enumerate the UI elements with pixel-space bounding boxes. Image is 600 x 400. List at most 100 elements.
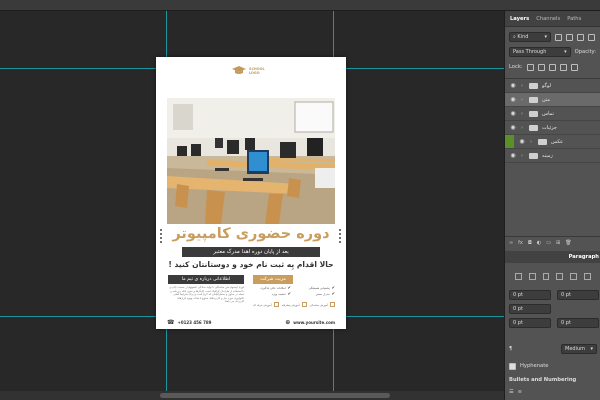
poster-title: دوره حضوری کامپیوتر [172,226,330,242]
new-layer-icon[interactable]: ⊞ [556,240,560,246]
layer-row-photo[interactable]: ◉ › عکس [505,135,600,149]
eye-icon[interactable]: ◉ [518,138,526,145]
lock-position-icon[interactable] [548,63,556,71]
folder-icon [538,138,547,145]
justify-left-icon[interactable] [556,273,564,280]
filter-pixel-icon[interactable] [555,33,562,41]
indent-left-field[interactable]: 0 pt [509,290,551,300]
tab-paths[interactable]: Paths [567,16,581,22]
blend-row: Pass Through ▾ Opacity: [505,46,600,58]
eye-icon[interactable]: ◉ [509,152,517,159]
filter-adjust-icon[interactable] [566,33,573,41]
new-group-icon[interactable]: ▭ [546,240,551,246]
layer-row-contact[interactable]: ◉ › تماس [505,107,600,121]
phone-number: +0123 456 789 [177,320,212,325]
adjustment-icon[interactable]: ◐ [537,240,541,246]
bullets-row: Bullets and Numbering [505,375,580,385]
mask-icon[interactable]: ◘ [528,240,532,246]
tab-layers[interactable]: Layers [510,16,529,22]
layer-active-marker [505,135,514,148]
eye-icon[interactable]: ◉ [509,110,517,117]
options-bar [0,0,600,11]
eye-icon[interactable]: ◉ [509,124,517,131]
canvas-area[interactable]: SCHOOL LOGO دوره حضوری کامپیوتر بعد از پ… [0,11,504,391]
layer-row-details[interactable]: ◉ › جزئیات [505,121,600,135]
filter-type-icon[interactable] [577,33,584,41]
layer-row-background[interactable]: ◉ › زمینه [505,149,600,163]
justify-center-icon[interactable] [570,273,578,280]
kind-filter-select[interactable]: ⌕ Kind ▾ [509,32,551,42]
bullet-list-icon[interactable]: ☰ [509,389,514,395]
square-icon [301,302,307,307]
school-logo: SCHOOL LOGO [232,66,265,75]
chevron-right-icon[interactable]: › [521,125,525,131]
folder-icon [529,82,538,89]
align-left-icon[interactable] [515,273,522,280]
course-icon-item: آموزش حرفه ای [253,302,279,307]
justify-right-icon[interactable] [584,273,591,280]
poster-document[interactable]: SCHOOL LOGO دوره حضوری کامپیوتر بعد از پ… [156,57,346,329]
poster-subtitle-bar: بعد از پایان دوره اهدا مدرک معتبر [182,247,320,257]
hyphenate-checkbox[interactable] [509,362,516,370]
feature-item: ✔ امکانات عالی یادگیری [260,285,291,291]
horizontal-scrollbar[interactable] [0,391,504,400]
space-before-field[interactable]: 0 pt [509,318,551,328]
poster-call-to-action: حالا اقدام بِه ثبت نام خود و دوستانتان ک… [168,260,334,269]
phone-icon: ☎ [167,319,175,326]
chevron-right-icon[interactable]: › [521,111,525,117]
computer-classroom-photo [167,98,335,224]
indent-fields: 0 pt 0 pt 0 pt 0 pt 0 pt [509,290,599,328]
trash-icon[interactable]: 🗑 [565,240,571,246]
tab-channels[interactable]: Channels [536,16,560,22]
eye-icon[interactable]: ◉ [509,82,517,89]
feature-item: ✔ مدرک معتبر [315,291,335,297]
layer-row-text[interactable]: ◉ › متن [505,93,600,107]
hyphenate-row: Hyphenate [505,361,552,371]
numbered-list-icon[interactable]: ≡ [518,389,522,395]
indent-right-field[interactable]: 0 pt [557,290,599,300]
align-right-icon[interactable] [542,273,550,280]
decor-dots-left [160,229,163,243]
chevron-right-icon[interactable]: › [521,97,525,103]
indent-first-line-field[interactable]: 0 pt [509,304,551,314]
direction-row: ¶ Medium ▾ [505,344,600,354]
square-icon [329,302,335,307]
chevron-down-icon: ▾ [544,34,547,40]
layers-footer-toolbar: ∞ fx ◘ ◐ ▭ ⊞ 🗑 [505,236,600,248]
align-center-icon[interactable] [528,273,536,280]
check-icon: ✔ [287,285,291,290]
fx-icon[interactable]: fx [518,240,523,246]
link-icon[interactable]: ∞ [509,240,513,246]
chevron-down-icon: ▾ [590,346,593,352]
folder-icon [529,152,538,159]
bullets-buttons: ☰ ≡ [505,387,526,397]
lock-image-icon[interactable] [537,63,545,71]
opacity-label: Opacity: [574,49,596,55]
benefits-label: مزیت شرکت [253,275,293,284]
lock-label: Lock: [509,64,523,70]
feature-item: ✔ تخفیف ویژه [271,291,291,297]
globe-icon: ⊕ [285,319,291,326]
course-icons-row: آموزش حرفه ای آموزش پیشرفته آموزش مقدمات… [253,302,335,307]
blend-mode-select[interactable]: Pass Through ▾ [509,47,571,57]
chevron-right-icon[interactable]: › [530,139,534,145]
ltr-direction-icon[interactable]: ¶ [509,346,512,352]
chevron-right-icon[interactable]: › [521,153,525,159]
lock-transparent-icon[interactable] [526,63,534,71]
eye-icon[interactable]: ◉ [509,96,517,103]
lock-artboard-icon[interactable] [559,63,567,71]
scrollbar-thumb[interactable] [160,393,390,398]
lock-all-icon[interactable] [570,63,578,71]
layer-row-logo[interactable]: ◉ › لوگو [505,79,600,93]
poster-footer: ☎ +0123 456 789 ⊕ www.yoursite.com [167,319,335,326]
check-icon: ✔ [331,291,335,296]
space-after-field[interactable]: 0 pt [557,318,599,328]
chevron-right-icon[interactable]: › [521,83,525,89]
folder-icon [529,110,538,117]
course-icon-item: آموزش پیشرفته [282,302,307,307]
team-info-label: اطلاعاتی درباره ی تیم ما [168,275,244,284]
justification-select[interactable]: Medium ▾ [561,344,597,354]
filter-shape-icon[interactable] [588,33,595,41]
tab-paragraph[interactable]: Paragraph [569,254,599,260]
course-icon-item: آموزش مقدماتی [310,302,335,307]
